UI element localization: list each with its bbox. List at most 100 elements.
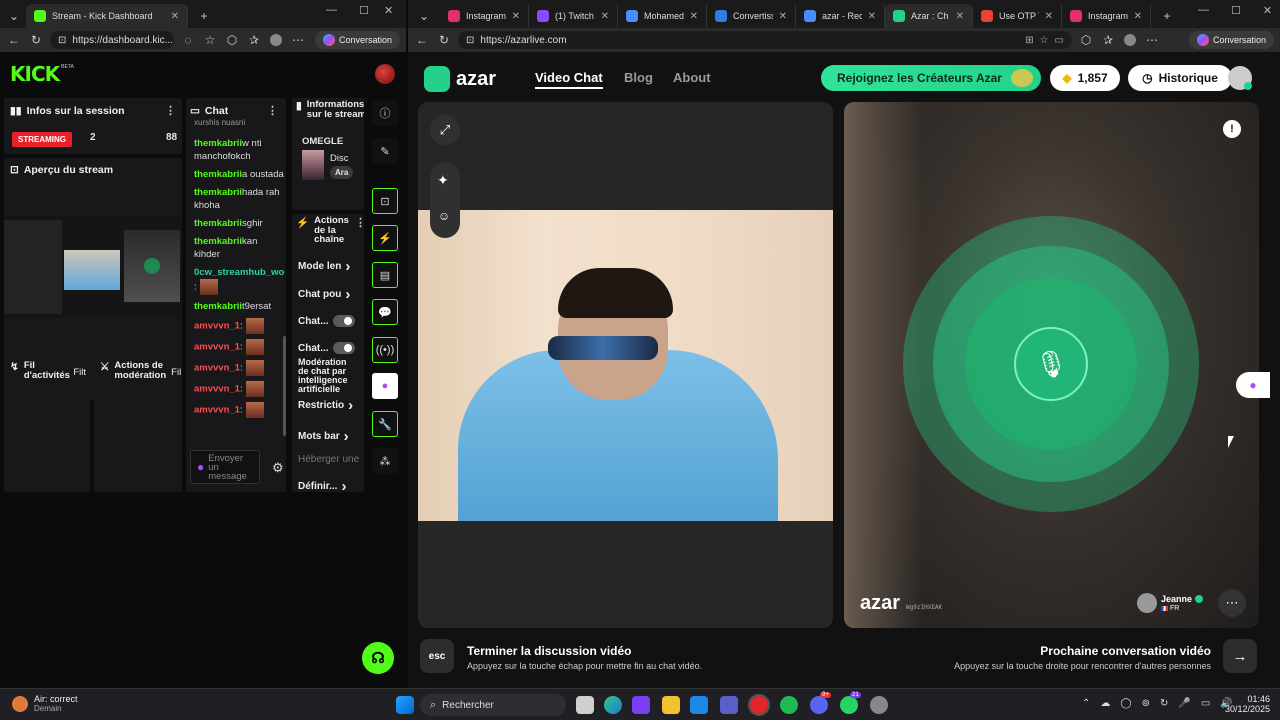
- channel-action-item[interactable]: Mots bar ›: [298, 428, 349, 445]
- tray-app-icon[interactable]: ◯: [1120, 698, 1131, 709]
- expand-icon[interactable]: ⤢: [430, 115, 460, 145]
- microphone-icon[interactable]: 🎤: [1178, 698, 1190, 709]
- chat-username[interactable]: amvvvn_1: [194, 405, 240, 416]
- minimize-icon[interactable]: —: [1198, 4, 1209, 17]
- join-creators-button[interactable]: Rejoignez les Créateurs Azar: [821, 65, 1041, 91]
- info-circle-icon[interactable]: ⓘ: [372, 100, 398, 126]
- new-tab-icon[interactable]: +: [196, 8, 212, 24]
- tab-item[interactable]: (1) Twitch ✕: [529, 4, 618, 28]
- azar-logo[interactable]: azar: [424, 66, 496, 92]
- chat-settings-gear-icon[interactable]: ⚙: [272, 460, 284, 476]
- session-menu-icon[interactable]: ⋮: [165, 104, 176, 117]
- chat-username[interactable]: themkabrii: [194, 218, 242, 229]
- sparkle-effects-icon[interactable]: ✦: [437, 172, 449, 189]
- chat-scrollbar[interactable]: [283, 336, 286, 436]
- tab-item[interactable]: Azar : Ch ✕: [885, 4, 973, 28]
- channel-action-item[interactable]: Restrictio ›: [298, 397, 353, 414]
- display-icon[interactable]: ▭: [1201, 698, 1210, 709]
- close-tab-icon[interactable]: ✕: [171, 11, 179, 22]
- channel-action-item[interactable]: Mode len ›: [298, 258, 350, 275]
- channel-action-item[interactable]: Chat...: [298, 342, 355, 354]
- toggle-switch[interactable]: [332, 315, 355, 327]
- whatsapp-icon[interactable]: [840, 696, 858, 714]
- chat-username[interactable]: amvvvn_1: [194, 321, 240, 332]
- tab-item[interactable]: Mohamed Ra ✕: [618, 4, 707, 28]
- task-view-icon[interactable]: [576, 696, 594, 714]
- tab-item[interactable]: Instagram ✕: [440, 4, 529, 28]
- moderation-filter-button[interactable]: Fil: [171, 367, 181, 378]
- edit-pencil-icon[interactable]: ✎: [372, 138, 398, 164]
- share-nodes-icon[interactable]: ⁂: [372, 448, 398, 474]
- extensions-icon[interactable]: ⬡: [224, 32, 240, 48]
- edge-icon[interactable]: [604, 696, 622, 714]
- mic-icon[interactable]: ●: [197, 460, 204, 474]
- sync-icon[interactable]: ↻: [1160, 698, 1168, 709]
- chat-username[interactable]: amvvvn_1: [194, 363, 240, 374]
- new-tab-icon[interactable]: +: [1159, 8, 1175, 24]
- screen-capture-icon[interactable]: ⊡: [372, 188, 398, 214]
- channel-action-item[interactable]: Chat...: [298, 315, 355, 327]
- chat-username[interactable]: 0cw_streamhub_world: [194, 266, 284, 279]
- chat-username[interactable]: themkabrii: [194, 169, 242, 180]
- chat-username[interactable]: themkabrii: [194, 301, 242, 312]
- user-avatar[interactable]: [375, 64, 395, 84]
- back-icon[interactable]: ←: [414, 32, 430, 48]
- channel-action-item[interactable]: Définir... ›: [298, 478, 346, 495]
- copilot-conversation-button[interactable]: Conversation: [314, 31, 400, 49]
- nav-blog[interactable]: Blog: [624, 70, 653, 85]
- more-menu-icon[interactable]: ⋯: [290, 32, 306, 48]
- more-menu-icon[interactable]: ⋯: [1144, 32, 1160, 48]
- close-tab-icon[interactable]: ✕: [956, 11, 964, 22]
- next-chat-title[interactable]: Prochaine conversation vidéo: [1040, 644, 1211, 658]
- reload-icon[interactable]: ↻: [436, 32, 452, 48]
- maximize-icon[interactable]: ☐: [1231, 4, 1241, 17]
- tab-item[interactable]: Instagram ✕: [1062, 4, 1151, 28]
- lightning-icon[interactable]: ⚡: [372, 225, 398, 251]
- next-chat-arrow-button[interactable]: →: [1223, 639, 1257, 673]
- activity-filter-button[interactable]: Filt: [73, 367, 86, 378]
- close-tab-icon[interactable]: ✕: [1134, 11, 1142, 22]
- extensions-icon[interactable]: ⬡: [1078, 32, 1094, 48]
- end-chat-key[interactable]: esc: [420, 639, 454, 673]
- heart-app-icon[interactable]: [632, 696, 650, 714]
- tab-menu-chevron-icon[interactable]: ⌄: [416, 8, 432, 24]
- close-tab-icon[interactable]: ✕: [512, 11, 520, 22]
- vpn-icon[interactable]: ⊚: [1142, 698, 1150, 709]
- spotify-icon[interactable]: [780, 696, 798, 714]
- support-headset-button[interactable]: ☊: [362, 642, 394, 674]
- chat-username[interactable]: themkabrii: [194, 187, 242, 198]
- tab-item[interactable]: Convertisseur ✕: [707, 4, 796, 28]
- toggle-switch[interactable]: [332, 342, 355, 354]
- history-button[interactable]: ◷ Historique: [1128, 65, 1232, 91]
- mic-button[interactable]: 🎙: [1014, 327, 1088, 401]
- message-bubble-icon[interactable]: 💬: [372, 299, 398, 325]
- close-tab-icon[interactable]: ✕: [779, 11, 787, 22]
- profile-avatar[interactable]: [268, 32, 284, 48]
- favorites-icon[interactable]: ✰: [246, 32, 262, 48]
- chat-username[interactable]: amvvvn_1: [194, 342, 240, 353]
- tab-kick-dashboard[interactable]: Stream - Kick Dashboard ✕: [26, 4, 188, 28]
- face-filter-icon[interactable]: ☺: [438, 209, 450, 223]
- chat-username[interactable]: amvvvn_1: [194, 384, 240, 395]
- camera-icon[interactable]: ▭: [1055, 35, 1064, 46]
- actions-menu-icon[interactable]: ⋮: [355, 216, 364, 229]
- stream-preview-video[interactable]: [4, 216, 182, 318]
- app-available-icon[interactable]: ⊞: [1025, 35, 1033, 46]
- favorite-star-icon[interactable]: ☆: [202, 32, 218, 48]
- close-window-icon[interactable]: ✕: [384, 4, 393, 17]
- location-pin-icon[interactable]: ●: [372, 373, 398, 399]
- store-icon[interactable]: [690, 696, 708, 714]
- tab-menu-chevron-icon[interactable]: ⌄: [6, 8, 22, 24]
- tab-item[interactable]: azar - Recher ✕: [796, 4, 885, 28]
- broadcast-icon[interactable]: ((•)): [372, 337, 398, 363]
- channel-action-item[interactable]: Modération de chat par intelligence arti…: [298, 358, 356, 394]
- favorite-star-icon[interactable]: ☆: [1040, 35, 1049, 46]
- opera-icon[interactable]: [748, 694, 770, 716]
- chat-username[interactable]: themkabrii: [194, 236, 242, 247]
- url-field[interactable]: ⊡ https://azarlive.com ⊞ ☆ ▭: [458, 31, 1072, 49]
- clock[interactable]: 01:46 30/12/2025: [1222, 694, 1270, 714]
- onedrive-icon[interactable]: ☁: [1100, 698, 1110, 709]
- nav-video-chat[interactable]: Video Chat: [535, 70, 603, 89]
- chat-menu-icon[interactable]: ⋮: [267, 104, 278, 117]
- chat-bubble-button[interactable]: ⋯: [1218, 589, 1246, 617]
